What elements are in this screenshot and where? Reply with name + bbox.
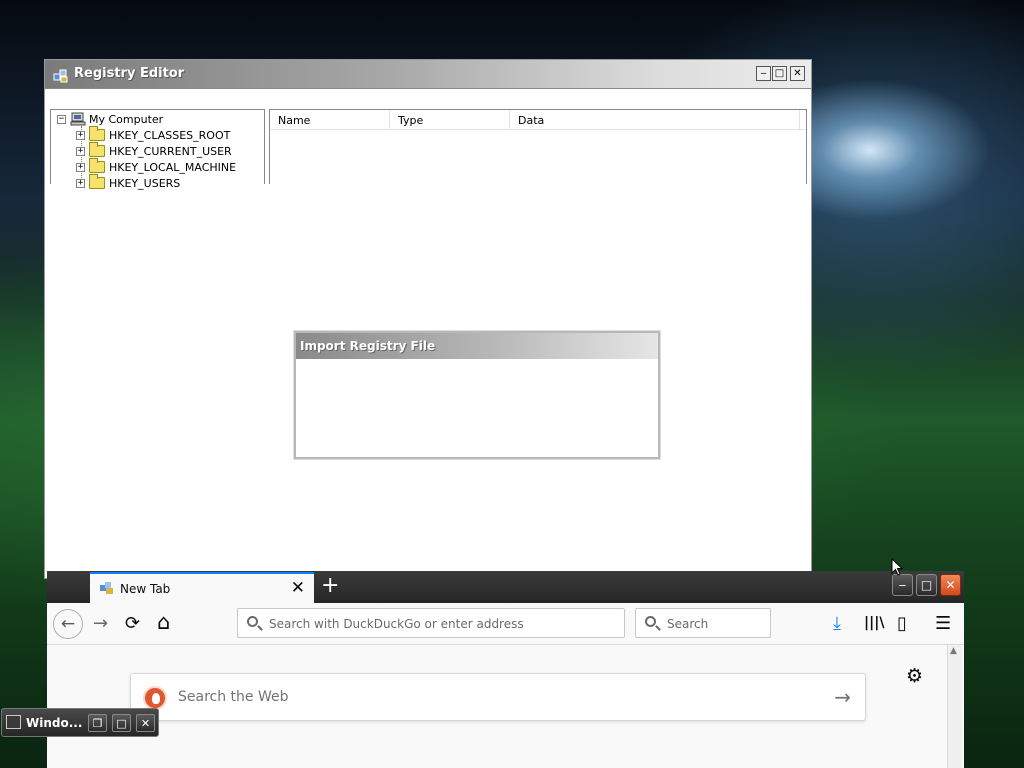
registry-editor-window[interactable]: Registry Editor ‒ □ ✕ − My Computer + HK… [44,59,812,579]
search-icon [645,616,656,627]
tab-label: New Tab [120,582,171,596]
tree-item-hkey-users[interactable]: + HKEY_USERS [76,174,181,191]
new-tab-button[interactable]: + [321,573,339,598]
restore-button[interactable]: ❐ [88,714,107,732]
computer-icon [70,112,86,126]
registry-values-list[interactable]: Name Type Data [269,109,807,184]
taskbar-window-item[interactable]: Windo... ❐ □ ✕ [1,708,159,737]
maximize-button[interactable]: □ [916,574,937,596]
import-dialog-title: Import Registry File [300,339,436,353]
web-search-input[interactable]: Search the Web [178,689,289,705]
sidebar-button[interactable]: ▯ [897,613,907,634]
expand-icon[interactable]: + [76,130,85,140]
folder-icon [89,142,105,157]
list-header: Name Type Data [270,110,806,130]
tree-item-hkey-current-user[interactable]: + HKEY_CURRENT_USER [76,142,232,159]
close-button[interactable]: ✕ [790,66,805,81]
web-search-box[interactable]: Search the Web → [130,673,866,721]
close-button[interactable]: ✕ [136,714,155,732]
library-button[interactable]: |||\ [864,615,884,631]
import-dialog-titlebar[interactable]: Import Registry File [296,333,658,359]
tree-label: HKEY_CURRENT_USER [109,144,232,158]
registry-tree[interactable]: − My Computer + HKEY_CLASSES_ROOT + HKEY… [50,109,265,190]
tab-close-icon[interactable]: ✕ [291,578,305,598]
tree-item-hkey-classes-root[interactable]: + HKEY_CLASSES_ROOT [76,126,231,143]
tree-label: HKEY_USERS [109,176,181,190]
tab-favicon-icon [100,582,113,594]
navigation-toolbar: ← → ⟳ ⌂ Search with DuckDuckGo or enter … [47,603,964,645]
tree-item-hkey-local-machine[interactable]: + HKEY_LOCAL_MACHINE [76,158,237,175]
new-tab-page: ⚙ Search the Web → [47,645,964,768]
registry-editor-icon [53,69,68,83]
collapse-icon[interactable]: − [57,114,66,124]
back-button[interactable]: ← [53,609,83,639]
column-header-type[interactable]: Type [390,110,510,129]
search-submit-arrow-icon[interactable]: → [834,685,851,709]
import-registry-dialog[interactable]: Import Registry File [294,331,660,459]
folder-icon [89,126,105,141]
folder-icon [89,158,105,173]
expand-icon[interactable]: + [76,178,85,188]
registry-editor-title: Registry Editor [74,66,185,81]
vertical-scrollbar[interactable]: ▲ [947,645,962,768]
reload-button[interactable]: ⟳ [125,613,140,634]
folder-icon [89,174,105,189]
downloads-button[interactable]: ⤓ [833,613,841,634]
minimize-button[interactable]: ‒ [892,574,913,596]
search-input[interactable]: Search [667,617,708,631]
firefox-window[interactable]: New Tab ✕ + ‒ □ ✕ ← → ⟳ ⌂ Search with Du… [47,571,964,768]
tab-bar[interactable]: New Tab ✕ + ‒ □ ✕ [47,571,964,603]
expand-icon[interactable]: + [76,162,85,172]
tree-label: My Computer [89,112,164,126]
settings-gear-icon[interactable]: ⚙ [906,665,923,687]
registry-editor-titlebar[interactable]: Registry Editor ‒ □ ✕ [45,60,811,89]
search-icon [247,616,258,627]
column-header-name[interactable]: Name [270,110,390,129]
expand-icon[interactable]: + [76,146,85,156]
scroll-up-icon[interactable]: ▲ [950,646,957,656]
taskbar-label: Windo... [26,716,83,730]
tree-label: HKEY_CLASSES_ROOT [109,128,231,142]
maximize-button[interactable]: □ [112,714,131,732]
minimize-button[interactable]: ‒ [756,66,771,81]
home-button[interactable]: ⌂ [157,610,170,634]
column-header-data[interactable]: Data [510,110,800,129]
url-bar[interactable]: Search with DuckDuckGo or enter address [237,608,625,638]
url-input[interactable]: Search with DuckDuckGo or enter address [269,617,524,631]
window-icon [6,715,21,729]
forward-button[interactable]: → [93,613,108,634]
tree-item-my-computer[interactable]: − My Computer [57,111,163,127]
maximize-button[interactable]: □ [772,66,787,81]
search-bar[interactable]: Search [635,608,771,638]
mouse-cursor-icon [891,558,903,576]
close-button[interactable]: ✕ [940,574,961,596]
menu-button[interactable]: ☰ [935,613,951,634]
duckduckgo-logo-icon [143,686,167,710]
tab-new-tab[interactable]: New Tab ✕ [90,572,314,603]
tree-label: HKEY_LOCAL_MACHINE [109,160,237,174]
